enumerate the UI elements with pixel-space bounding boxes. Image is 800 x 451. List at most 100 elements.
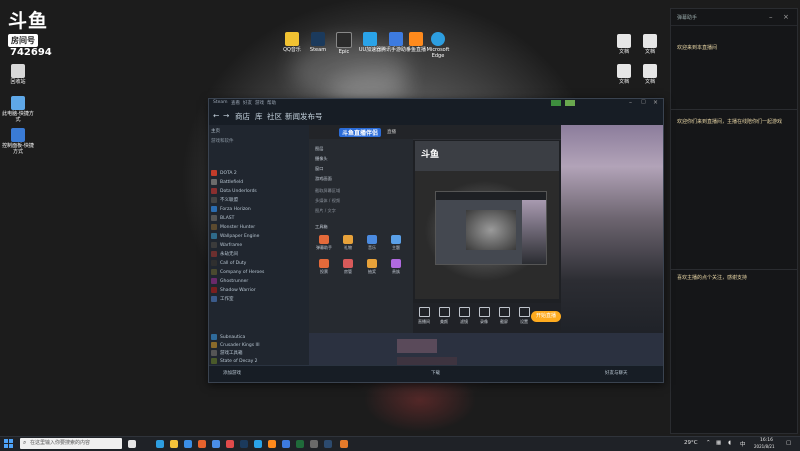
nav-community[interactable]: 社区	[267, 111, 282, 122]
notification-icon[interactable]	[551, 100, 561, 106]
sidebar-section[interactable]: 游戏和软件	[211, 137, 307, 146]
library-item[interactable]: 工作室	[211, 295, 307, 304]
file-explorer-icon[interactable]	[170, 440, 178, 448]
library-item[interactable]: 不义联盟	[211, 196, 307, 205]
control-button[interactable]: 截屏	[493, 307, 515, 325]
douyu-icon[interactable]	[268, 440, 276, 448]
tool-button[interactable]: 主题	[385, 235, 407, 251]
tool-button[interactable]: 贵族	[385, 259, 407, 275]
tray-arrow-icon[interactable]: ⌃	[706, 440, 711, 446]
library-item[interactable]: Shadow Warrior	[211, 286, 307, 295]
tab-live[interactable]: 直播	[387, 129, 396, 135]
game-icon	[211, 214, 217, 221]
app-icon[interactable]	[310, 440, 318, 448]
desktop-icon[interactable]: Microsoft Edge	[422, 32, 454, 59]
library-item[interactable]: Warframe	[211, 241, 307, 250]
menu-item[interactable]: 图层	[315, 145, 409, 153]
menu-steam[interactable]: Steam	[213, 100, 228, 105]
wechat-icon[interactable]	[296, 440, 304, 448]
desktop-icon[interactable]: 回收站	[2, 64, 34, 85]
go-live-button[interactable]: 开始直播	[531, 311, 561, 322]
tool-button[interactable]: 弹幕助手	[313, 235, 335, 251]
minimize-icon[interactable]: –	[769, 13, 773, 21]
add-game-button[interactable]: 添加游戏	[223, 370, 241, 376]
library-item[interactable]: Dota Underlords	[211, 187, 307, 196]
desktop-icon[interactable]: 文档	[634, 34, 666, 55]
menu-friends[interactable]: 好友	[243, 100, 252, 106]
nav-username[interactable]: 新闻发布号	[285, 111, 323, 122]
accelerator-icon[interactable]	[254, 440, 262, 448]
desktop-icon[interactable]: 此电脑-快捷方式	[2, 96, 34, 123]
steam-icon[interactable]	[240, 440, 248, 448]
netease-icon[interactable]	[226, 440, 234, 448]
menu-games[interactable]: 游戏	[255, 100, 264, 106]
sidebar-home[interactable]: 主页	[211, 127, 307, 136]
control-button[interactable]: 美颜	[433, 307, 455, 325]
tool-button[interactable]: 音乐	[361, 235, 383, 251]
menu-help[interactable]: 帮助	[267, 100, 276, 106]
menu-item[interactable]: 游戏画面	[315, 175, 409, 183]
game-icon	[211, 333, 217, 340]
qq-icon[interactable]	[212, 440, 220, 448]
forward-icon[interactable]: →	[223, 111, 229, 120]
tool-button[interactable]: 投票	[313, 259, 335, 275]
menu-item[interactable]: 摄像头	[315, 155, 409, 163]
library-item[interactable]: Wallpaper Engine	[211, 232, 307, 241]
taskbar-search-input[interactable]: 在这里输入你要搜索的内容	[20, 438, 122, 449]
nested-preview	[435, 191, 547, 265]
control-button[interactable]: 直播间	[413, 307, 435, 325]
library-item[interactable]: Call of Duty	[211, 259, 307, 268]
steam-window[interactable]: Steam 查看 好友 游戏 帮助 – □ × ← → 商店 库 社区 新闻发布…	[208, 98, 664, 383]
room-number: 742694	[10, 47, 52, 58]
library-item[interactable]: BLAST	[211, 214, 307, 223]
library-item[interactable]: Forza Horizon	[211, 205, 307, 214]
store-icon[interactable]	[184, 440, 192, 448]
library-item[interactable]: Monster Hunter	[211, 223, 307, 232]
clock-time[interactable]: 16:16	[760, 438, 773, 443]
tool-button[interactable]: 抽奖	[361, 259, 383, 275]
windows-start-icon[interactable]	[4, 439, 14, 449]
close-icon[interactable]: ×	[653, 99, 658, 106]
weather-text[interactable]: 29°C	[684, 440, 698, 446]
nav-store[interactable]: 商店	[235, 111, 250, 122]
task-view-icon[interactable]	[128, 440, 136, 448]
steam-statusbar: 添加游戏 下载 好友与聊天	[209, 365, 663, 382]
tool-button[interactable]: 礼物	[337, 235, 359, 251]
avatar[interactable]	[565, 100, 575, 106]
library-item[interactable]: 永劫无间	[211, 250, 307, 259]
douyu-icon[interactable]	[340, 440, 348, 448]
menu-item[interactable]: 多媒体 / 视频	[315, 197, 409, 205]
friends-chat-button[interactable]: 好友与聊天	[605, 370, 628, 376]
library-item[interactable]: Ghostrunner	[211, 277, 307, 286]
tool-button[interactable]: 房管	[337, 259, 359, 275]
desktop-icon[interactable]: 文档	[634, 64, 666, 85]
network-icon[interactable]: ▦	[716, 440, 721, 446]
menu-view[interactable]: 查看	[231, 100, 240, 106]
clock-date[interactable]: 2021/8/21	[754, 444, 775, 449]
library-item[interactable]: Battlefield	[211, 178, 307, 187]
menu-item[interactable]: 截取屏幕区域	[315, 187, 409, 195]
desktop-icon[interactable]: 控制面板-快捷方式	[2, 128, 34, 155]
notification-icon[interactable]: ▢	[786, 440, 791, 446]
douyu-live-app[interactable]: 斗鱼直播伴侣 直播 图层 摄像头 窗口 游戏画面 截取屏幕区域 多媒体 / 视频…	[309, 125, 561, 333]
nav-library[interactable]: 库	[255, 111, 263, 122]
steam-icon[interactable]	[324, 440, 332, 448]
volume-icon[interactable]: ◖	[728, 440, 731, 446]
back-icon[interactable]: ←	[213, 111, 219, 120]
library-item[interactable]: Company of Heroes	[211, 268, 307, 277]
firefox-icon[interactable]	[198, 440, 206, 448]
ime-icon[interactable]: 中	[740, 440, 746, 448]
downloads-button[interactable]: 下载	[431, 370, 440, 376]
game-assistant-icon[interactable]	[282, 440, 290, 448]
close-icon[interactable]: ×	[783, 13, 789, 21]
library-item[interactable]: DOTA 2	[211, 169, 307, 178]
menu-item[interactable]: 窗口	[315, 165, 409, 173]
minimize-icon[interactable]: –	[629, 99, 632, 106]
edge-icon[interactable]	[156, 440, 164, 448]
game-icon	[211, 223, 217, 230]
danmu-chat-panel: 弹幕助手 – × 欢迎来到本直播间 欢迎你们来到直播间，主播在线陪你们一起游戏 …	[670, 8, 798, 434]
menu-item[interactable]: 图片 / 文字	[315, 207, 409, 215]
maximize-icon[interactable]: □	[641, 99, 646, 105]
control-button[interactable]: 滤镜	[453, 307, 475, 325]
control-button[interactable]: 录像	[473, 307, 495, 325]
